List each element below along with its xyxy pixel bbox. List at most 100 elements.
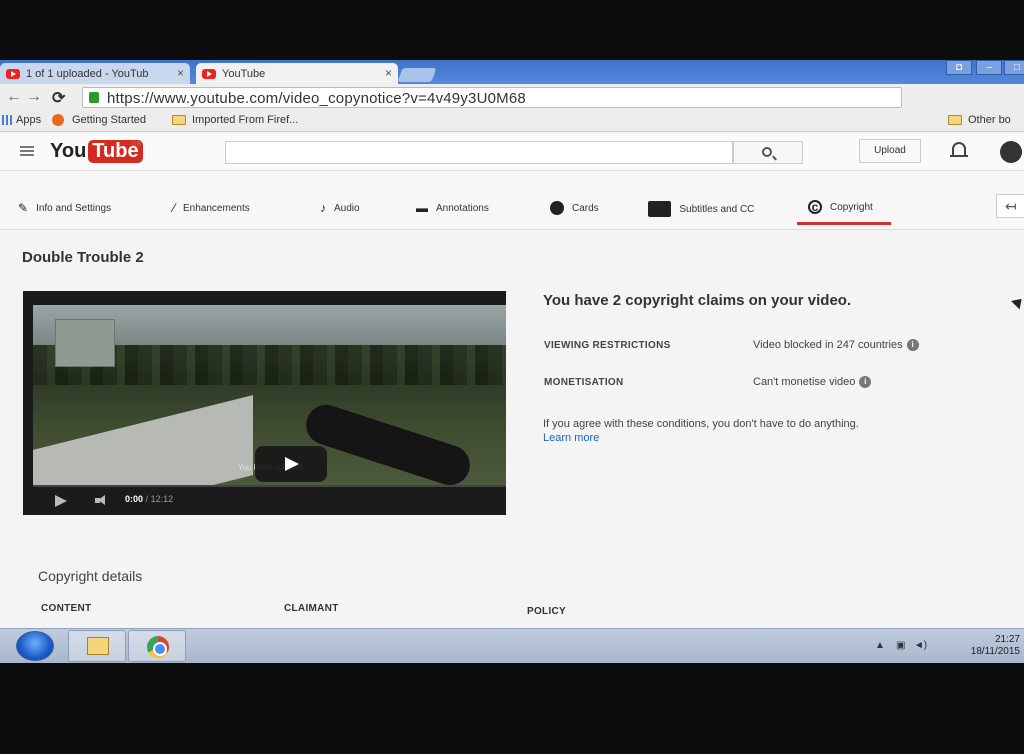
bookmark-imported[interactable]: Imported From Firef... (172, 114, 298, 126)
tab-enhancements[interactable]: ⁄ Enhancements (173, 201, 250, 215)
region-code: GB (131, 141, 142, 148)
taskbar-explorer[interactable] (68, 630, 126, 662)
play-icon[interactable] (55, 495, 67, 507)
search-input[interactable] (225, 141, 733, 164)
browser-tab-uploaded[interactable]: 1 of 1 uploaded - YouTub × (0, 63, 190, 84)
folder-icon (172, 115, 186, 125)
bookmark-getting-started[interactable]: Getting Started (52, 114, 146, 126)
thumbnail-rifle (300, 399, 476, 485)
tab-annotations[interactable]: ▬ Annotations (416, 201, 489, 215)
thumbnail-minimap (55, 319, 115, 367)
active-tab-indicator (797, 222, 891, 225)
column-header-claimant: CLAIMANT (284, 603, 339, 614)
time-separator: / (145, 494, 149, 504)
video-editor-tabs: ✎ Info and Settings ⁄ Enhancements ♪ Aud… (0, 172, 1024, 230)
play-button[interactable] (255, 446, 327, 482)
copyright-icon: c (808, 200, 822, 214)
time-display: 0:00 / 12:12 (125, 494, 173, 504)
browser-tab-youtube[interactable]: YouTube × (196, 63, 398, 84)
cc-icon: CC (648, 201, 672, 217)
tab-label: Annotations (436, 202, 489, 214)
tab-subtitles-and-cc[interactable]: CC Subtitles and CC (648, 201, 754, 217)
reload-icon[interactable]: ⟳ (52, 88, 65, 108)
restriction-text: Video blocked in 247 countries (753, 339, 903, 351)
tab-label: Enhancements (183, 202, 250, 214)
tab-label: Cards (572, 202, 599, 214)
firefox-icon (52, 114, 64, 126)
chrome-icon (147, 636, 169, 658)
player-controls: 0:00 / 12:12 (33, 487, 506, 513)
tab-label: YouTube (222, 67, 266, 80)
bookmark-label: Apps (16, 114, 42, 126)
user-icon[interactable]: ◘ (946, 60, 972, 75)
learn-more-link[interactable]: Learn more (543, 432, 599, 444)
clock-date: 18/11/2015 (970, 646, 1020, 657)
volume-icon[interactable] (95, 495, 111, 506)
back-arrow-icon[interactable]: ← (6, 88, 22, 106)
bookmark-label: Other bo (968, 114, 1011, 126)
maximize-icon[interactable]: □ (1004, 60, 1024, 75)
tab-label: Info and Settings (36, 202, 112, 214)
folder-icon (87, 637, 109, 655)
tab-cards[interactable]: i Cards (550, 201, 599, 215)
info-icon[interactable]: i (859, 376, 872, 388)
taskbar-chrome[interactable] (128, 630, 186, 662)
info-icon[interactable]: i (906, 339, 919, 351)
browser-toolbar: ← → ⟳ https://www.youtube.com/video_copy… (0, 84, 1024, 110)
url-text: https://www.youtube.com/video_copynotice… (107, 90, 526, 107)
tab-label: Copyright (830, 201, 873, 213)
copyright-claims-heading: You have 2 copyright claims on your vide… (543, 292, 852, 309)
video-player[interactable]: You killed colojosh 0:00 / 12:12 (23, 291, 506, 515)
viewing-restrictions-label: VIEWING RESTRICTIONS (544, 340, 671, 351)
system-clock[interactable]: 21:27 18/11/2015 (960, 634, 1020, 658)
bookmark-label: Imported From Firef... (192, 114, 299, 126)
close-tab-icon[interactable]: × (177, 66, 184, 80)
search-icon (762, 147, 772, 157)
total-time: 12:12 (150, 494, 174, 504)
system-tray: ▲ ▣ ◄) (875, 640, 927, 651)
mouse-cursor-icon (1011, 294, 1024, 310)
video-title: Double Trouble 2 (22, 249, 144, 266)
monetisation-text: Can't monetise video (753, 376, 856, 388)
pencil-icon: ✎ (18, 201, 29, 215)
tab-label: Audio (334, 202, 360, 214)
bookmark-apps[interactable]: Apps (2, 114, 41, 126)
lock-icon (89, 92, 99, 103)
close-tab-icon[interactable]: × (385, 66, 392, 80)
start-button[interactable] (16, 631, 54, 661)
apps-grid-icon (2, 115, 12, 125)
agree-conditions-text: If you agree with these conditions, you … (543, 418, 859, 430)
minimize-icon[interactable]: – (976, 60, 1002, 75)
youtube-logo[interactable]: You Tube (50, 140, 143, 163)
bookmark-label: Getting Started (72, 114, 146, 126)
thumbnail-roof (33, 395, 253, 485)
folder-icon (948, 115, 962, 125)
network-icon[interactable]: ▣ (896, 640, 905, 651)
screen: 1 of 1 uploaded - YouTub × YouTube × ◘ –… (0, 60, 1024, 663)
search-button[interactable] (733, 141, 803, 164)
tab-audio[interactable]: ♪ Audio (320, 201, 360, 215)
column-header-policy: POLICY (527, 606, 567, 617)
tab-copyright[interactable]: c Copyright (808, 200, 873, 214)
copyright-details-heading: Copyright details (38, 568, 143, 584)
youtube-favicon-icon (202, 68, 216, 79)
monetisation-label: MONETISATION (544, 377, 624, 388)
tab-info-and-settings[interactable]: ✎ Info and Settings (18, 201, 111, 215)
show-hidden-icons-icon[interactable]: ▲ (875, 640, 885, 651)
menu-hamburger-icon[interactable] (20, 146, 34, 156)
forward-arrow-icon[interactable]: → (26, 88, 42, 106)
avatar[interactable] (1000, 141, 1022, 163)
tab-label: Subtitles and CC (679, 203, 755, 215)
info-circle-icon: i (550, 201, 564, 215)
notifications-bell-icon[interactable] (950, 142, 968, 157)
new-tab-button[interactable] (397, 68, 437, 82)
column-header-content: CONTENT (41, 603, 92, 614)
back-button[interactable]: ↤ (996, 194, 1024, 218)
address-bar[interactable]: https://www.youtube.com/video_copynotice… (82, 87, 902, 108)
upload-button[interactable]: Upload (859, 139, 921, 163)
clock-time: 21:27 (994, 634, 1020, 645)
youtube-header: You Tube GB Upload (0, 133, 1024, 171)
music-note-icon: ♪ (320, 201, 326, 215)
volume-tray-icon[interactable]: ◄) (914, 640, 927, 651)
bookmark-other[interactable]: Other bo (948, 114, 1011, 126)
